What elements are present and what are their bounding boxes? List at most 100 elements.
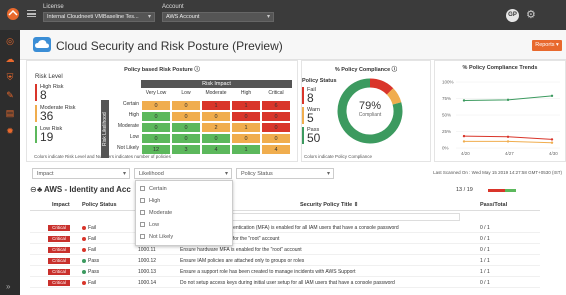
trend-point[interactable] bbox=[506, 98, 510, 102]
matrix-cell[interactable]: 0 bbox=[171, 100, 201, 111]
checkbox-icon[interactable] bbox=[140, 198, 145, 203]
trend-point[interactable] bbox=[462, 134, 466, 138]
checkbox-icon[interactable] bbox=[140, 234, 145, 239]
table-row[interactable]: Critical Fail 1000.14 Do not setup access k… bbox=[30, 278, 540, 288]
table-row[interactable]: Critical Fail 1000.11 Ensure hardware MFA i… bbox=[30, 245, 540, 255]
policy-title[interactable]: Ensure a support role has been created t… bbox=[180, 269, 355, 275]
matrix-cell[interactable]: 0 bbox=[261, 111, 291, 122]
table-row[interactable]: Critical Pass 1000.13 Ensure a support role… bbox=[30, 267, 540, 277]
section-header[interactable]: ⊖ ♣ AWS - Identity and Acc 13 / 19 bbox=[30, 185, 540, 196]
section-count: 13 / 19 bbox=[456, 187, 473, 193]
option-high[interactable]: High bbox=[140, 198, 160, 208]
trend-point[interactable] bbox=[462, 99, 466, 102]
reports-button[interactable]: Reports ▾ bbox=[532, 40, 562, 51]
checkbox-icon[interactable] bbox=[140, 210, 145, 215]
low-risk-value: 19 bbox=[40, 130, 54, 144]
status-dot-icon bbox=[82, 270, 86, 274]
compliance-percent-label: Compliant bbox=[358, 112, 382, 118]
matrix-cell[interactable]: 4 bbox=[261, 144, 291, 155]
th-impact[interactable]: Impact bbox=[52, 202, 70, 208]
settings-gear-icon[interactable]: ⚙ bbox=[526, 9, 538, 21]
matrix-cell[interactable]: 0 bbox=[141, 100, 171, 111]
trend-point[interactable] bbox=[550, 138, 554, 141]
matrix-cell[interactable]: 0 bbox=[261, 133, 291, 144]
tools-icon[interactable]: ✎ bbox=[5, 90, 15, 100]
th-pass[interactable]: Pass/Total bbox=[480, 202, 507, 208]
dashboard-icon[interactable]: ◎ bbox=[5, 36, 15, 46]
trend-point[interactable] bbox=[462, 140, 466, 143]
col-moderate: Moderate bbox=[205, 90, 227, 96]
matrix-cell[interactable]: 1 bbox=[231, 122, 261, 133]
license-label: License bbox=[43, 4, 64, 10]
y-tick-label: 100% bbox=[442, 80, 454, 85]
donut-center: 79% Compliant bbox=[335, 76, 405, 146]
license-select[interactable]: Internal Cloudneeti VMBaseline Tes... bbox=[43, 12, 155, 22]
account-selector[interactable]: Account AWS Account bbox=[162, 4, 274, 22]
matrix-cell[interactable]: 0 bbox=[231, 133, 261, 144]
user-avatar[interactable]: GP bbox=[506, 9, 519, 22]
status-dot-icon bbox=[82, 226, 86, 230]
low-risk-item: Low Risk 19 bbox=[35, 126, 95, 143]
moderate-risk-value: 36 bbox=[40, 109, 54, 123]
checkbox-icon[interactable] bbox=[140, 186, 145, 191]
info-icon[interactable]: ⓘ bbox=[194, 67, 200, 73]
option-certain-label: Certain bbox=[149, 186, 167, 192]
matrix-cell[interactable]: 0 bbox=[171, 111, 201, 122]
option-low-label: Low bbox=[149, 222, 160, 228]
cloud-icon[interactable]: ☁ bbox=[5, 54, 15, 64]
shield-icon[interactable]: ⛨ bbox=[5, 72, 15, 82]
table-row[interactable]: Critical Pass 1000.12 Ensure IAM policies a… bbox=[30, 256, 540, 266]
matrix-cell[interactable]: 0 bbox=[201, 111, 231, 122]
matrix-cell[interactable]: 0 bbox=[141, 122, 171, 133]
col-critical: Critical bbox=[268, 90, 284, 96]
matrix-cell[interactable]: 1 bbox=[231, 100, 261, 111]
option-moderate[interactable]: Moderate bbox=[140, 210, 172, 220]
matrix-cell[interactable]: 3 bbox=[171, 144, 201, 155]
status-dot-icon bbox=[82, 237, 86, 241]
policy-status-dropdown[interactable]: Policy Status bbox=[236, 168, 334, 179]
hamburger-menu-icon[interactable] bbox=[27, 10, 36, 17]
matrix-cell[interactable]: 0 bbox=[201, 133, 231, 144]
option-low[interactable]: Low bbox=[140, 222, 159, 232]
high-risk-value: 8 bbox=[40, 88, 47, 102]
likelihood-dropdown[interactable]: Likelihood bbox=[134, 168, 232, 179]
collapse-icon[interactable]: ⊖ bbox=[30, 185, 37, 194]
status-text: Pass bbox=[88, 258, 100, 264]
trend-point[interactable] bbox=[550, 141, 554, 144]
option-certain[interactable]: Certain bbox=[140, 186, 167, 196]
gear-icon[interactable]: ✹ bbox=[5, 126, 15, 136]
trend-point[interactable] bbox=[506, 135, 510, 138]
matrix-cell[interactable]: 6 bbox=[261, 100, 291, 111]
pass-total: 1 / 1 bbox=[480, 269, 490, 275]
matrix-cell[interactable]: 2 bbox=[201, 122, 231, 133]
th-status[interactable]: Policy Status bbox=[82, 202, 117, 208]
policy-title[interactable]: Ensure hardware MFA is enabled for the "… bbox=[180, 247, 302, 253]
matrix-cell[interactable]: 0 bbox=[171, 133, 201, 144]
matrix-cell[interactable]: 4 bbox=[201, 144, 231, 155]
trend-point[interactable] bbox=[550, 94, 554, 98]
account-select[interactable]: AWS Account bbox=[162, 12, 274, 22]
matrix-cell[interactable]: 1 bbox=[231, 144, 261, 155]
impact-dropdown[interactable]: Impact bbox=[32, 168, 130, 179]
policy-title[interactable]: Do not setup access keys during initial … bbox=[180, 280, 395, 286]
checkbox-icon[interactable] bbox=[140, 222, 145, 227]
row-not-likely: Not Likely bbox=[117, 145, 139, 151]
matrix-cell[interactable]: 0 bbox=[171, 122, 201, 133]
matrix-cell[interactable]: 0 bbox=[261, 122, 291, 133]
table-row[interactable]: Critical Fail Ensure multi-factor authenti… bbox=[30, 223, 540, 233]
trend-point[interactable] bbox=[506, 140, 510, 143]
license-selector[interactable]: License Internal Cloudneeti VMBaseline T… bbox=[43, 4, 155, 22]
matrix-cell[interactable]: 0 bbox=[141, 111, 171, 122]
row-certain: Certain bbox=[122, 101, 139, 107]
high-risk-item: High Risk 8 bbox=[35, 84, 95, 101]
report-icon[interactable]: ▤ bbox=[5, 108, 15, 118]
matrix-cell[interactable]: 0 bbox=[141, 133, 171, 144]
matrix-cell[interactable]: 0 bbox=[231, 111, 261, 122]
option-not-likely[interactable]: Not Likely bbox=[140, 234, 173, 244]
th-title[interactable]: Security Policy Title ⇕ bbox=[300, 202, 358, 208]
expand-nav-icon[interactable]: » bbox=[6, 282, 10, 291]
info-icon[interactable]: ⓘ bbox=[392, 67, 398, 73]
matrix-cell[interactable]: 1 bbox=[201, 100, 231, 111]
table-row[interactable]: CriticalFailEnsure MFA is enabled for th… bbox=[30, 234, 540, 244]
policy-title[interactable]: Ensure IAM policies are attached only to… bbox=[180, 258, 304, 264]
